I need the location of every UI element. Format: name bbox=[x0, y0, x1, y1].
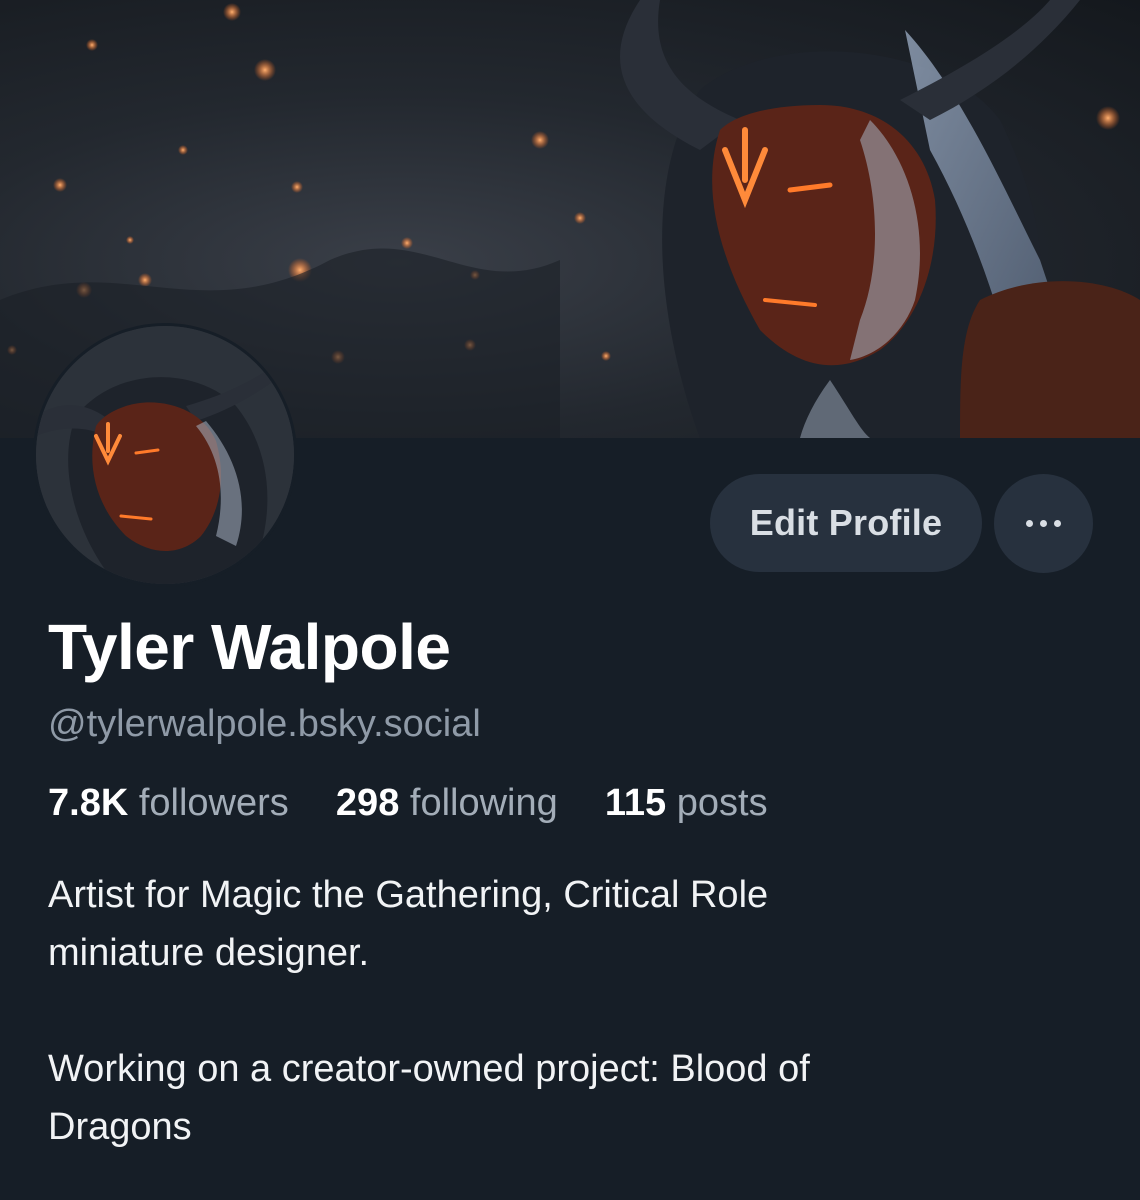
followers-link[interactable]: 7.8K followers bbox=[48, 782, 299, 824]
following-count: 298 bbox=[335, 782, 400, 824]
bio-line: Working on a creator-owned project: Bloo… bbox=[48, 1048, 810, 1090]
user-handle: @tylerwalpole.bsky.social bbox=[48, 703, 481, 745]
more-options-button[interactable] bbox=[994, 474, 1093, 573]
profile-stats: 7.8K followers 298 following 115 posts bbox=[48, 782, 768, 825]
avatar-image bbox=[36, 326, 294, 584]
more-horizontal-icon bbox=[1026, 520, 1061, 527]
followers-label: followers bbox=[138, 782, 289, 824]
profile-bio: Artist for Magic the Gathering, Critical… bbox=[48, 866, 1048, 1156]
posts-count: 115 bbox=[604, 782, 667, 824]
avatar[interactable] bbox=[33, 323, 297, 587]
following-link[interactable]: 298 following bbox=[325, 782, 568, 824]
following-label: following bbox=[409, 782, 558, 824]
bio-line: miniature designer. bbox=[48, 932, 370, 974]
display-name: Tyler Walpole bbox=[48, 611, 451, 683]
bio-line: Artist for Magic the Gathering, Critical… bbox=[48, 874, 769, 916]
bio-line: Dragons bbox=[48, 1106, 192, 1148]
edit-profile-button[interactable]: Edit Profile bbox=[710, 474, 982, 572]
followers-count: 7.8K bbox=[48, 782, 129, 824]
posts-stat: 115 posts bbox=[594, 782, 768, 824]
posts-label: posts bbox=[676, 782, 768, 824]
